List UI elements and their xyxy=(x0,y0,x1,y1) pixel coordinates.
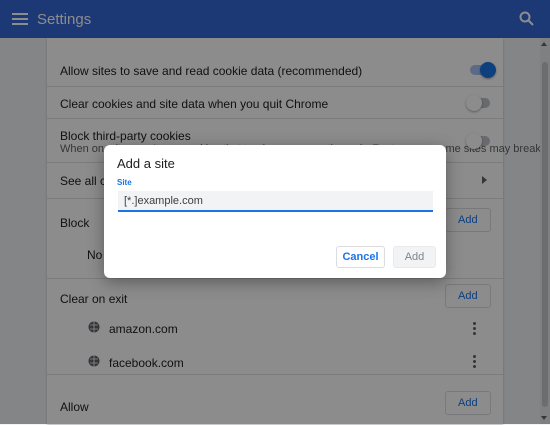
cancel-button[interactable]: Cancel xyxy=(336,246,385,268)
add-button[interactable]: Add xyxy=(393,246,436,268)
dialog-title: Add a site xyxy=(117,156,175,171)
site-input[interactable] xyxy=(118,191,433,212)
add-site-dialog: Add a site Site Cancel Add xyxy=(104,145,446,278)
site-field-label: Site xyxy=(117,178,132,187)
